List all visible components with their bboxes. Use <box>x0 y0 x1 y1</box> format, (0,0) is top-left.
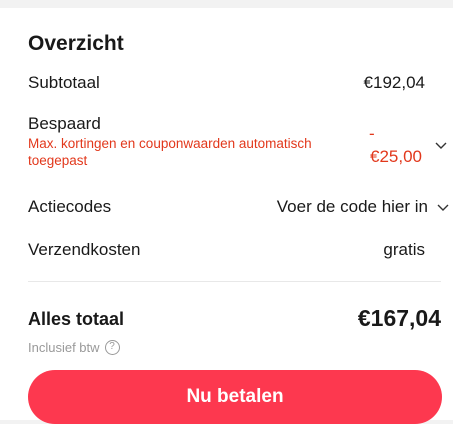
chevron-down-icon <box>435 142 447 149</box>
summary-title: Overzicht <box>28 32 124 55</box>
saved-value-sign: - <box>369 124 375 143</box>
pay-now-button[interactable]: Nu betalen <box>28 370 442 424</box>
subtotal-value: €192,04 <box>363 73 425 92</box>
saved-toggle[interactable]: - €25,00 <box>364 120 450 170</box>
promo-label: Actiecodes <box>28 197 112 216</box>
vat-note-row: Inclusief btw ? <box>28 340 120 355</box>
promo-code-entry[interactable]: Voer de code hier in <box>277 194 450 220</box>
shipping-label: Verzendkosten <box>28 240 141 259</box>
saved-value: €25,00 <box>370 147 422 166</box>
total-value: €167,04 <box>357 305 441 331</box>
chevron-down-icon <box>437 204 449 211</box>
shipping-value: gratis <box>383 240 425 259</box>
divider <box>28 281 441 282</box>
total-label: Alles totaal <box>28 309 125 329</box>
order-summary-card: Overzicht Subtotaal €192,04 Bespaard Max… <box>0 8 453 424</box>
help-circle-icon[interactable]: ? <box>104 340 120 355</box>
subtotal-label: Subtotaal <box>28 73 100 92</box>
saved-note: Max. kortingen en couponwaarden automati… <box>28 136 312 168</box>
promo-action: Voer de code hier in <box>276 197 428 216</box>
vat-note: Inclusief btw <box>28 340 100 355</box>
saved-label: Bespaard <box>28 114 101 133</box>
